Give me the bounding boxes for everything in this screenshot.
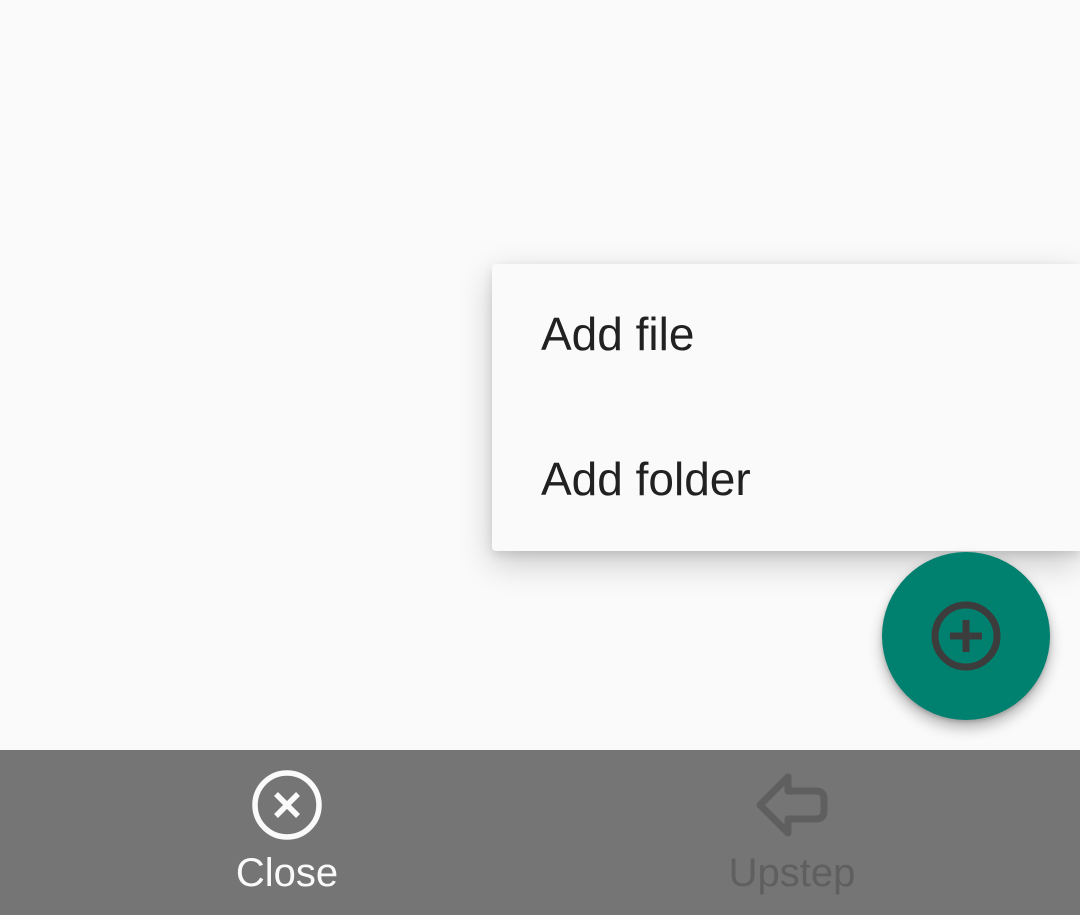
bottom-bar: Close Upstep	[0, 750, 1080, 915]
add-circle-icon	[931, 601, 1001, 671]
close-circle-icon	[252, 770, 322, 840]
close-label: Close	[235, 851, 339, 895]
add-fab-button[interactable]	[882, 552, 1050, 720]
upstep-label: Upstep	[728, 851, 856, 895]
close-icon-wrap	[249, 767, 325, 843]
upstep-button[interactable]: Upstep	[692, 750, 892, 915]
add-popup-menu: Add file Add folder	[492, 264, 1080, 551]
menu-item-label: Add folder	[541, 453, 751, 505]
menu-item-label: Add file	[541, 307, 695, 360]
menu-item-add-file[interactable]: Add file	[492, 264, 1080, 409]
close-button[interactable]: Close	[187, 750, 387, 915]
menu-item-add-folder[interactable]: Add folder	[492, 409, 1080, 551]
arrow-left-icon	[756, 773, 828, 837]
upstep-icon-wrap	[754, 767, 830, 843]
